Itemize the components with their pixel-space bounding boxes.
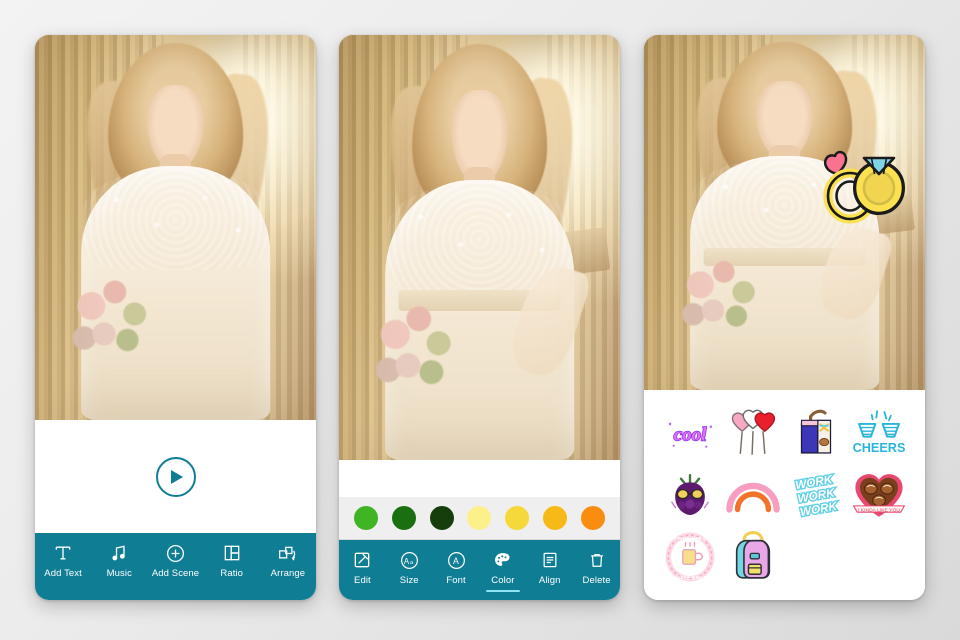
- tool-arrange[interactable]: Arrange: [260, 542, 316, 579]
- tool-music[interactable]: Music: [91, 542, 147, 579]
- tool-label: Size: [399, 575, 419, 586]
- home-toolbar: Add Text Music Add Scene Ratio Arrange: [35, 533, 316, 600]
- tool-label: Color: [491, 575, 515, 586]
- tool-font[interactable]: A Font: [433, 549, 480, 586]
- text-editor-photo[interactable]: [339, 35, 620, 460]
- tool-label: Ratio: [220, 568, 244, 579]
- trash-icon: [587, 549, 607, 571]
- music-note-icon: [109, 542, 129, 564]
- phone-panel-text-color: Edit A a Size A Font Color Align Delete: [339, 35, 620, 600]
- tool-ratio[interactable]: Ratio: [204, 542, 260, 579]
- svg-text:A: A: [453, 556, 459, 566]
- sticker-grid: cool CHEERS WORK WORK WORK I KINDA LIKE …: [644, 390, 925, 600]
- timeline-area: [35, 420, 316, 533]
- video-preview-photo[interactable]: [35, 35, 316, 420]
- svg-text:COFFEE BREAK: COFFEE BREAK: [670, 536, 710, 542]
- phone-panel-stickers: cool CHEERS WORK WORK WORK I KINDA LIKE …: [644, 35, 925, 600]
- coffee-break-sticker[interactable]: COFFEE BREAK COFFEE BREAK: [661, 528, 719, 586]
- swatch-yellow-pale[interactable]: [467, 506, 492, 530]
- tool-label: Align: [538, 575, 561, 586]
- play-icon: [171, 469, 183, 484]
- text-icon: [53, 542, 73, 564]
- tool-size[interactable]: A a Size: [386, 549, 433, 586]
- tool-add-text[interactable]: Add Text: [35, 542, 91, 579]
- tool-label: Arrange: [270, 568, 306, 579]
- play-button[interactable]: [155, 456, 196, 497]
- wedding-rings-sticker[interactable]: [803, 130, 915, 230]
- swatch-orange[interactable]: [580, 506, 605, 530]
- active-tab-underline: [485, 589, 520, 592]
- svg-text:CHEERS: CHEERS: [853, 441, 906, 455]
- plus-circle-icon: [165, 542, 186, 564]
- font-a-icon: A: [446, 549, 467, 571]
- svg-text:A: A: [404, 557, 410, 566]
- svg-text:cool: cool: [673, 424, 706, 445]
- size-aa-icon: A a: [399, 549, 420, 571]
- heart-balloons-sticker[interactable]: [724, 404, 782, 462]
- tool-label: Add Scene: [151, 568, 200, 579]
- screenshot-stage: Add Text Music Add Scene Ratio Arrange E…: [0, 0, 960, 640]
- svg-text:a: a: [410, 560, 414, 566]
- tool-label: Delete: [582, 575, 611, 586]
- photo-scene: [35, 35, 316, 420]
- tool-add-scene[interactable]: Add Scene: [147, 542, 203, 579]
- tool-label: Music: [106, 568, 132, 579]
- tool-label: Add Text: [44, 568, 82, 579]
- swatch-green-darkest[interactable]: [429, 506, 454, 530]
- text-toolbar: Edit A a Size A Font Color Align Delete: [339, 540, 620, 600]
- backpack-sticker[interactable]: [724, 528, 782, 586]
- photo-vignette: [35, 35, 316, 420]
- swatch-amber[interactable]: [543, 506, 568, 530]
- photo-vignette: [339, 35, 620, 460]
- sticker-editor-photo[interactable]: [644, 35, 925, 390]
- palette-icon: [492, 549, 513, 571]
- swatch-green-dark[interactable]: [391, 506, 416, 530]
- tool-delete[interactable]: Delete: [573, 549, 620, 586]
- tool-color[interactable]: Color: [479, 549, 526, 592]
- cool-text-sticker[interactable]: cool: [661, 404, 719, 462]
- svg-text:COFFEE BREAK: COFFEE BREAK: [670, 576, 710, 582]
- tool-edit[interactable]: Edit: [339, 549, 386, 586]
- ratio-grid-icon: [222, 542, 242, 564]
- work-work-work-sticker[interactable]: WORK WORK WORK: [787, 466, 845, 524]
- cheers-sticker[interactable]: CHEERS: [850, 404, 908, 462]
- rainbow-sticker[interactable]: [724, 466, 782, 524]
- swatch-yellow[interactable]: [505, 506, 530, 530]
- swatch-green-light[interactable]: [353, 506, 378, 530]
- phone-panel-home: Add Text Music Add Scene Ratio Arrange: [35, 35, 316, 600]
- tool-label: Font: [446, 575, 466, 586]
- text-edit-whitespace: [339, 460, 620, 497]
- juice-box-sticker[interactable]: [787, 404, 845, 462]
- berry-sunglasses-sticker[interactable]: [661, 466, 719, 524]
- arrange-icon: [277, 542, 298, 564]
- tool-label: Edit: [354, 575, 371, 586]
- photo-scene: [339, 35, 620, 460]
- tool-align[interactable]: Align: [526, 549, 573, 586]
- color-swatch-bar: [339, 497, 620, 540]
- svg-text:I KINDA LIKE YOU: I KINDA LIKE YOU: [858, 507, 900, 513]
- chocolate-heart-box-sticker[interactable]: I KINDA LIKE YOU: [850, 466, 908, 524]
- play-button-wrap: [155, 456, 196, 497]
- pencil-square-icon: [352, 549, 372, 571]
- align-lines-icon: [540, 549, 560, 571]
